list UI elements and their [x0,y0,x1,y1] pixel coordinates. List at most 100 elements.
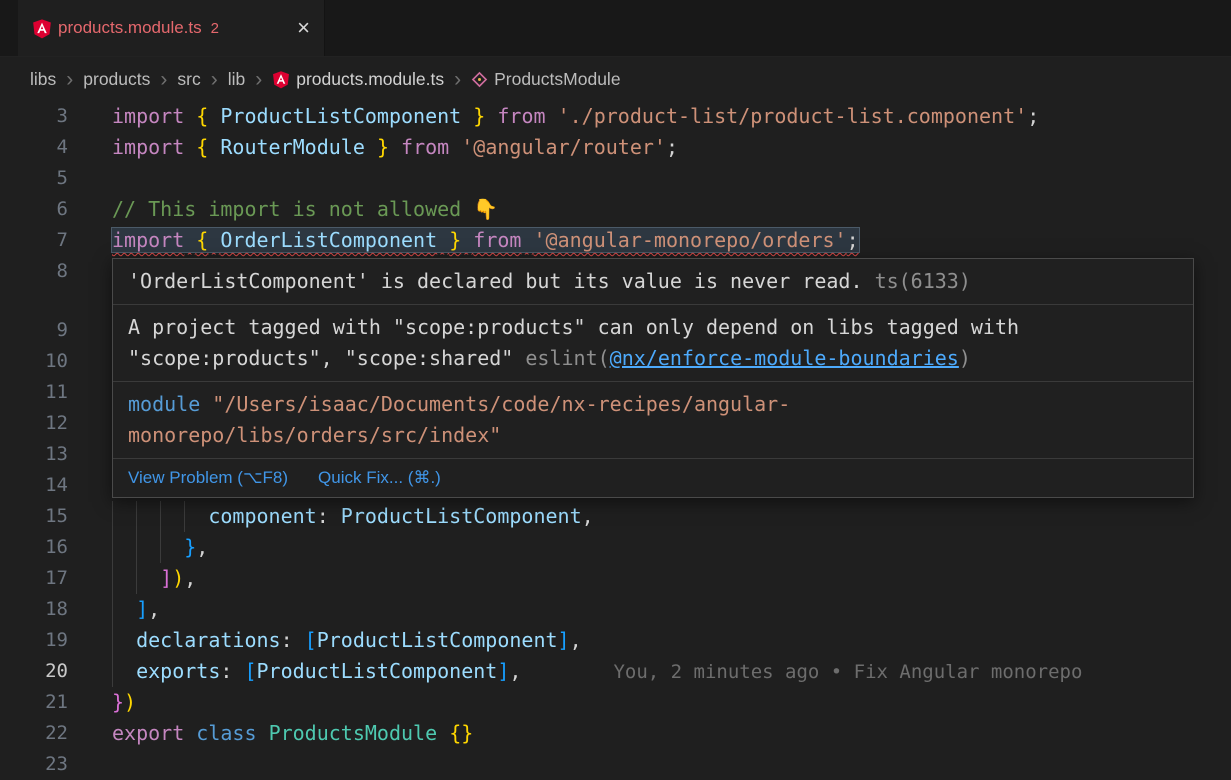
breadcrumb: libs › products › src › lib › products.m… [0,57,1231,101]
code-token: ProductListComponent [317,628,558,652]
line-number[interactable]: 23 [0,749,68,780]
tab-bar: products.module.ts 2 × [0,0,1231,57]
line-number[interactable]: 22 [0,718,68,749]
angular-file-icon [272,70,290,89]
line-number[interactable]: 18 [0,594,68,625]
code-token: : [220,659,244,683]
code-line[interactable]: 20exports: [ProductListComponent],You, 2… [0,656,1231,687]
line-number[interactable]: 4 [0,132,68,163]
code-token: , [570,628,582,652]
code-token: { [196,135,208,159]
code-line[interactable]: 5 [0,163,1231,194]
view-problem-action[interactable]: View Problem (⌥F8) [128,467,288,489]
code-token [184,104,196,128]
line-number[interactable]: 15 [0,501,68,532]
line-number[interactable]: 21 [0,687,68,718]
breadcrumb-item-products[interactable]: products [83,69,150,90]
line-number[interactable]: 20 [0,656,68,687]
line-content: // This import is not allowed 👇 [112,194,1231,225]
line-number[interactable]: 3 [0,101,68,132]
code-token: ProductListComponent [257,659,498,683]
line-number[interactable]: 13 [0,439,68,470]
code-token [461,104,473,128]
line-number[interactable]: 12 [0,408,68,439]
line-number[interactable]: 11 [0,377,68,408]
line-number[interactable]: 9 [0,315,68,346]
quick-fix-action[interactable]: Quick Fix... (⌘.) [318,467,441,489]
line-number[interactable]: 10 [0,346,68,377]
code-line[interactable]: 19 declarations: [ProductListComponent], [0,625,1231,656]
code-line[interactable]: 23 [0,749,1231,780]
git-blame-annotation: You, 2 minutes ago • Fix Angular monorep… [613,661,1082,683]
code-line[interactable]: 22export class ProductsModule {} [0,718,1231,749]
code-editor: 3 import { ProductListComponent } from '.… [0,101,1231,780]
code-token: import [112,135,184,159]
ts-diagnostic-row: 'OrderListComponent' is declared but its… [113,259,1193,305]
line-number[interactable]: 8 [0,256,68,287]
code-token: from [473,228,521,252]
close-icon[interactable]: × [297,17,310,39]
code-token [184,228,196,252]
code-token: ] [558,628,570,652]
code-token: ] [136,597,148,621]
line-content: import { ProductListComponent } from './… [112,101,1231,132]
code-line[interactable]: 4import { RouterModule } from '@angular/… [0,132,1231,163]
problems-count-badge: 2 [211,20,219,37]
line-number[interactable]: 16 [0,532,68,563]
code-line[interactable]: 16}, [0,532,1231,563]
code-token: { [196,104,208,128]
breadcrumb-item-file[interactable]: products.module.ts [296,69,444,90]
hover-actions-row: View Problem (⌥F8) Quick Fix... (⌘.) [113,459,1193,497]
code-token [521,228,533,252]
line-number[interactable]: 6 [0,194,68,225]
code-token: './product-list/product-list.component' [558,104,1028,128]
breadcrumb-item-symbol[interactable]: ProductsModule [494,69,620,90]
breadcrumb-item-src[interactable]: src [177,69,200,90]
hover-popup: 'OrderListComponent' is declared but its… [112,258,1194,498]
code-line[interactable]: 17]), [0,563,1231,594]
line-number[interactable]: 14 [0,470,68,501]
code-token: '@angular-monorepo/orders' [534,228,847,252]
code-token [461,228,473,252]
code-token: , [184,566,196,590]
line-number[interactable]: 5 [0,163,68,194]
tab-products-module[interactable]: products.module.ts 2 × [18,0,325,56]
code-token: } [473,104,485,128]
line-number[interactable]: 7 [0,225,68,256]
code-token [208,104,220,128]
module-symbol-icon [471,71,488,88]
code-token [208,135,220,159]
code-line[interactable]: 15component: ProductListComponent, [0,501,1231,532]
code-token: ProductListComponent [341,504,582,528]
code-token [485,104,497,128]
code-line[interactable]: 7import { OrderListComponent } from '@an… [0,225,1231,256]
breadcrumb-item-lib[interactable]: lib [228,69,246,90]
code-token: '@angular/router' [461,135,666,159]
code-token: ) [124,690,136,714]
code-line[interactable]: 18], [0,594,1231,625]
code-line[interactable]: 6 // This import is not allowed 👇 [0,194,1231,225]
chevron-right-icon: › [254,69,263,90]
line-number[interactable]: 19 [0,625,68,656]
indent-guide [112,625,136,656]
tab-title: products.module.ts [58,18,202,38]
code-token: , [196,535,208,559]
code-token: : [317,504,341,528]
line-content: }, [112,532,1231,563]
code-token: import [112,228,184,252]
code-token: export [112,721,184,745]
line-number[interactable]: 17 [0,563,68,594]
indent-guide [112,594,136,625]
angular-file-icon [32,18,52,39]
breadcrumb-item-libs[interactable]: libs [30,69,56,90]
code-token: : [281,628,305,652]
code-line[interactable]: 3 import { ProductListComponent } from '.… [0,101,1231,132]
line-content: declarations: [ProductListComponent], [112,625,1231,656]
eslint-message-line1: A project tagged with "scope:products" c… [128,315,1019,339]
code-line[interactable]: 21}) [0,687,1231,718]
code-token: from [497,104,545,128]
code-token: , [509,659,521,683]
code-token: RouterModule [220,135,365,159]
eslint-rule-link[interactable]: @nx/enforce-module-boundaries [610,346,959,370]
indent-guide [112,656,136,687]
